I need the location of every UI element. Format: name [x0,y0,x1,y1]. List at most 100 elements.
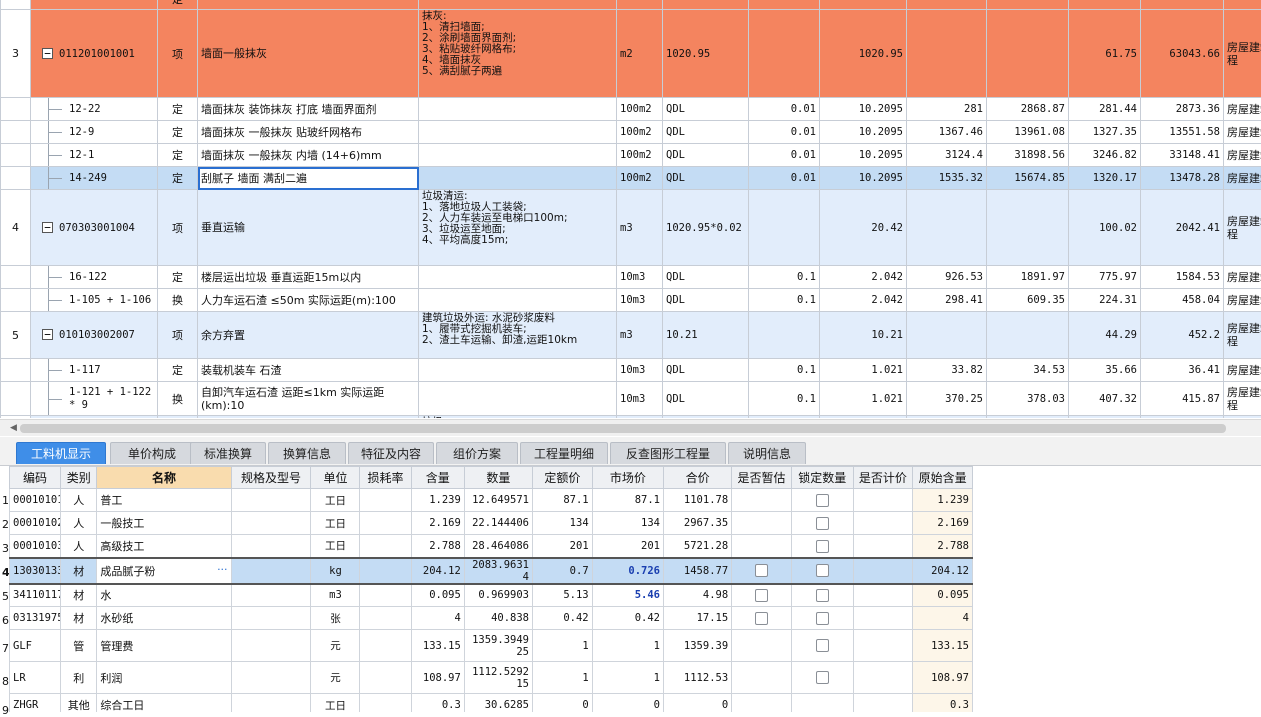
cell-specialty[interactable]: 房屋建筑 [1224,289,1261,312]
cell-composite-price[interactable] [1069,0,1141,10]
cell-desc[interactable] [419,121,617,144]
cell-qty[interactable]: 10.2095 [820,98,907,121]
column-header[interactable]: 市场价 [592,467,663,489]
cell-loss[interactable] [360,694,411,713]
cell-market[interactable]: 0.42 [592,607,663,630]
cell-qty-expr[interactable]: QDL [663,359,749,382]
cell-code[interactable]: 13030133 [10,558,61,584]
cell-total[interactable]: 17.15 [664,607,732,630]
cell-market[interactable]: 134 [592,512,663,535]
cell-unit-price[interactable]: 926.53 [907,266,987,289]
quota-code-cell[interactable]: 1-105 + 1-106 [31,289,158,312]
scroll-left-icon[interactable]: ◀ [10,423,17,433]
cell-composite-total[interactable]: 13551.58 [1141,121,1224,144]
tab-0[interactable]: 工料机显示 [16,442,106,464]
cell-unit[interactable]: 10m3 [617,382,663,416]
cell-unit[interactable]: m2 [617,10,663,98]
cell-kind[interactable]: 项 [158,10,198,98]
cell-content[interactable] [749,10,820,98]
cell-desc[interactable] [419,289,617,312]
cell-specialty[interactable]: 房屋建筑 [1224,359,1261,382]
cell-content[interactable] [749,0,820,10]
cell-qty-expr[interactable]: QDL [663,266,749,289]
quota-row[interactable]: 12-9定墙面抹灰 一般抹灰 贴玻纤网格布100m2QDL0.0110.2095… [1,121,1261,144]
cell-orig[interactable]: 108.97 [913,662,973,694]
checkbox[interactable] [816,671,829,684]
cell-orig[interactable]: 2.169 [913,512,973,535]
resource-row[interactable]: 13030133材成品腻子粉···kg204.122083.963140.70.… [10,558,973,584]
cell-qty[interactable]: 2083.96314 [464,558,532,584]
cell-unit[interactable]: 元 [311,662,360,694]
cell-unit[interactable]: 工日 [311,512,360,535]
cell-qty[interactable]: 1359.394925 [464,630,532,662]
cell-spec[interactable] [231,694,311,713]
cell-orig[interactable]: 2.788 [913,535,973,558]
cell-specialty[interactable]: 房屋建筑 [1224,121,1261,144]
cell-composite-total[interactable]: 452.2 [1141,312,1224,359]
cell-specialty[interactable] [1224,416,1261,419]
quota-row[interactable]: 3−011201001001项墙面一般抹灰抹灰: 1、清扫墙面; 2、涂刷墙面界… [1,10,1261,98]
cell-qty-expr[interactable]: QDL [663,289,749,312]
cell-unit-price[interactable] [907,10,987,98]
column-header[interactable]: 数量 [464,467,532,489]
cell-orig[interactable]: 1.239 [913,489,973,512]
cell-content[interactable]: 1.239 [411,489,464,512]
cell-loss[interactable] [360,558,411,584]
cell-quota[interactable]: 0.42 [533,607,593,630]
quota-code-cell[interactable]: 1-117 [31,359,158,382]
cell-content[interactable] [749,190,820,266]
cell-content[interactable]: 0.1 [749,359,820,382]
cell-specialty[interactable] [1224,0,1261,10]
cell-unit[interactable]: kg [311,558,360,584]
cell-total[interactable]: 1891.97 [987,266,1069,289]
quota-code-cell[interactable]: 1-121 + 1-122 * 9 [31,382,158,416]
cell-name[interactable]: 成品腻子粉··· [97,558,231,584]
cell-cat[interactable]: 人 [61,512,97,535]
cell-unit-price[interactable] [907,0,987,10]
cell-name[interactable]: 水砂纸 [97,607,231,630]
cell-total[interactable]: 1458.77 [664,558,732,584]
cell-content[interactable]: 108.97 [411,662,464,694]
cell-spec[interactable] [231,662,311,694]
cell-name[interactable]: 墙面一般抹灰 [198,10,419,98]
cell-desc[interactable]: 抹灰: 1、清扫墙面; 2、涂刷墙面界面剂; 3、粘贴玻纤网格布; 4、墙面抹灰… [419,10,617,98]
cell-orig[interactable]: 204.12 [913,558,973,584]
cell-name[interactable]: 水 [97,584,231,607]
cell-market[interactable]: 87.1 [592,489,663,512]
cell-total[interactable]: 1359.39 [664,630,732,662]
cell-total[interactable]: 5721.28 [664,535,732,558]
cell-kind[interactable]: 换 [158,289,198,312]
cell-name[interactable]: 管理费 [97,630,231,662]
quota-code-cell[interactable]: −010103002007 [31,312,158,359]
cell-total[interactable] [987,312,1069,359]
quota-code-cell[interactable]: 12-9 [31,121,158,144]
checkbox[interactable] [816,639,829,652]
cell-composite-total[interactable]: 2873.36 [1141,98,1224,121]
cell-unit-price[interactable] [907,312,987,359]
cell-total[interactable] [987,416,1069,419]
quota-row[interactable]: 1-121 + 1-122 * 9换自卸汽车运石渣 运距≤1km 实际运距(km… [1,382,1261,416]
cell-composite-total[interactable]: 13478.28 [1141,167,1224,190]
cell-qty-expr[interactable]: QDL [663,121,749,144]
cell-content[interactable]: 0.095 [411,584,464,607]
cell-unit[interactable]: 100m2 [617,167,663,190]
tab-2[interactable]: 标准换算 [190,442,266,464]
cell-composite-total[interactable]: 36.41 [1141,359,1224,382]
cell-content[interactable]: 0.1 [749,266,820,289]
cell-name[interactable]: 一般技工 [97,512,231,535]
checkbox[interactable] [816,494,829,507]
cell-kind[interactable]: 定 [158,266,198,289]
cell-qty[interactable]: 10.2095 [820,121,907,144]
tab-5[interactable]: 组价方案 [436,442,518,464]
cell-unit[interactable] [617,0,663,10]
cell-orig[interactable]: 4 [913,607,973,630]
cell-content[interactable]: 133.15 [411,630,464,662]
cell-name[interactable]: 综合工日 [97,694,231,713]
cell-unit[interactable]: 10m3 [617,289,663,312]
cell-spec[interactable] [231,535,311,558]
cell-unit[interactable]: 元 [311,630,360,662]
cell-spec[interactable] [231,489,311,512]
column-header[interactable]: 名称 [97,467,231,489]
cell-loss[interactable] [360,630,411,662]
cell-composite-total[interactable] [1141,416,1224,419]
